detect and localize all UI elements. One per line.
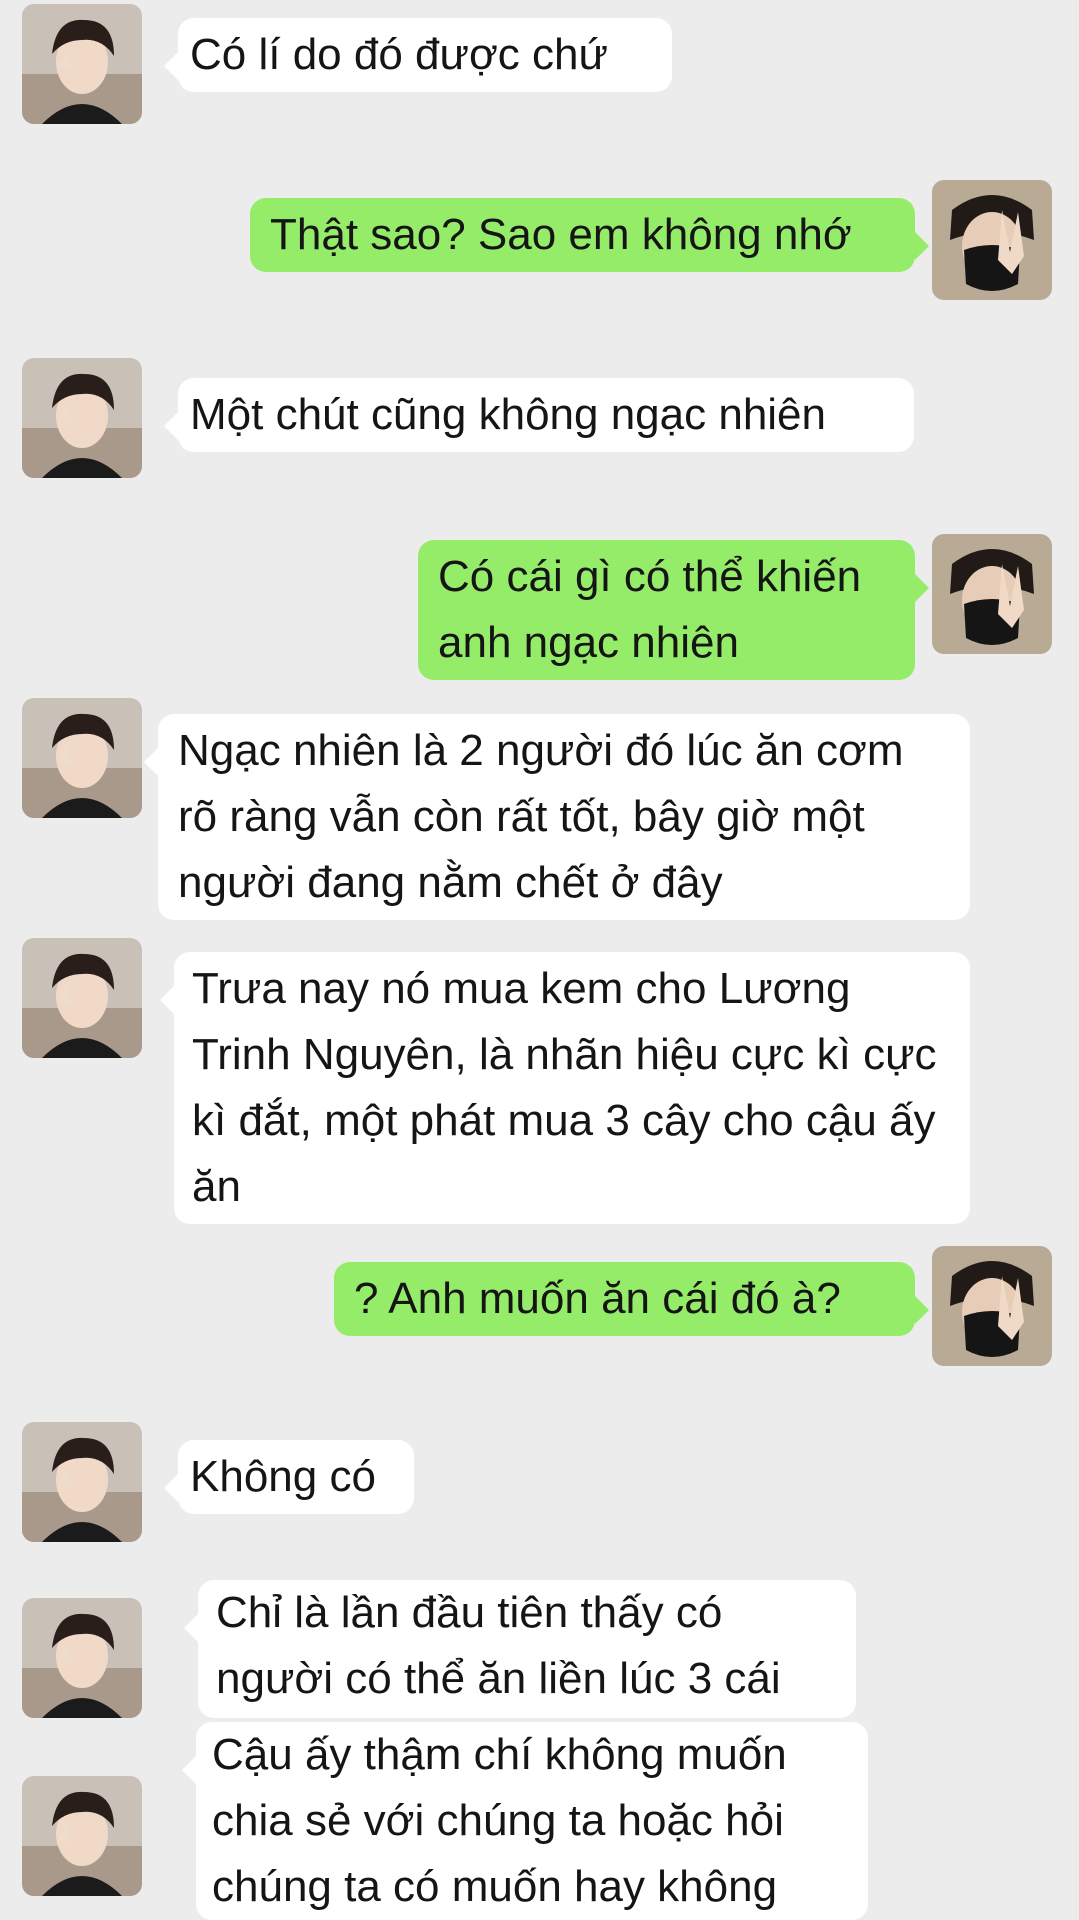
message-text: Có cái gì có thể khiến anh ngạc nhiên	[438, 552, 862, 667]
masked-boy-v-sign-avatar-icon	[932, 180, 1052, 300]
user-avatar[interactable]	[932, 1246, 1052, 1366]
boy-with-v-sign-avatar-icon	[22, 698, 142, 818]
contact-avatar[interactable]	[22, 1776, 142, 1896]
message-text: Chỉ là lần đầu tiên thấy có người có thể…	[216, 1588, 781, 1703]
boy-with-v-sign-avatar-icon	[22, 938, 142, 1058]
contact-avatar[interactable]	[22, 698, 142, 818]
boy-with-v-sign-avatar-icon	[22, 1776, 142, 1896]
boy-with-v-sign-avatar-icon	[22, 1422, 142, 1542]
message-bubble[interactable]: Có cái gì có thể khiến anh ngạc nhiên	[418, 540, 929, 680]
contact-avatar[interactable]	[22, 1598, 142, 1718]
message-text: Cậu ấy thậm chí không muốn chia sẻ với c…	[212, 1730, 787, 1911]
user-avatar[interactable]	[932, 534, 1052, 654]
user-avatar[interactable]	[932, 180, 1052, 300]
message-text: Thật sao? Sao em không nhớ	[270, 210, 852, 259]
masked-boy-v-sign-avatar-icon	[932, 534, 1052, 654]
message-text: Không có	[190, 1452, 376, 1501]
message-bubble[interactable]: Một chút cũng không ngạc nhiên	[164, 378, 914, 452]
contact-avatar[interactable]	[22, 4, 142, 124]
message-text: Ngạc nhiên là 2 người đó lúc ăn cơm rõ r…	[178, 726, 904, 907]
boy-with-v-sign-avatar-icon	[22, 1598, 142, 1718]
message-bubble[interactable]: Thật sao? Sao em không nhớ	[250, 198, 929, 272]
message-text: ? Anh muốn ăn cái đó à?	[354, 1274, 841, 1323]
boy-with-v-sign-avatar-icon	[22, 4, 142, 124]
message-bubble[interactable]: Chỉ là lần đầu tiên thấy có người có thể…	[184, 1580, 856, 1718]
message-text: Một chút cũng không ngạc nhiên	[190, 390, 827, 439]
message-text: Có lí do đó được chứ	[190, 30, 608, 79]
contact-avatar[interactable]	[22, 358, 142, 478]
message-bubble[interactable]: Không có	[164, 1440, 414, 1514]
message-text: Trưa nay nó mua kem cho Lương Trinh Nguy…	[192, 964, 937, 1211]
message-bubble[interactable]: Ngạc nhiên là 2 người đó lúc ăn cơm rõ r…	[144, 714, 970, 920]
message-bubble[interactable]: Cậu ấy thậm chí không muốn chia sẻ với c…	[182, 1722, 868, 1920]
contact-avatar[interactable]	[22, 1422, 142, 1542]
message-bubble[interactable]: Có lí do đó được chứ	[164, 18, 672, 92]
boy-with-v-sign-avatar-icon	[22, 358, 142, 478]
masked-boy-v-sign-avatar-icon	[932, 1246, 1052, 1366]
message-bubble[interactable]: ? Anh muốn ăn cái đó à?	[334, 1262, 929, 1336]
contact-avatar[interactable]	[22, 938, 142, 1058]
message-bubble[interactable]: Trưa nay nó mua kem cho Lương Trinh Nguy…	[160, 952, 970, 1224]
